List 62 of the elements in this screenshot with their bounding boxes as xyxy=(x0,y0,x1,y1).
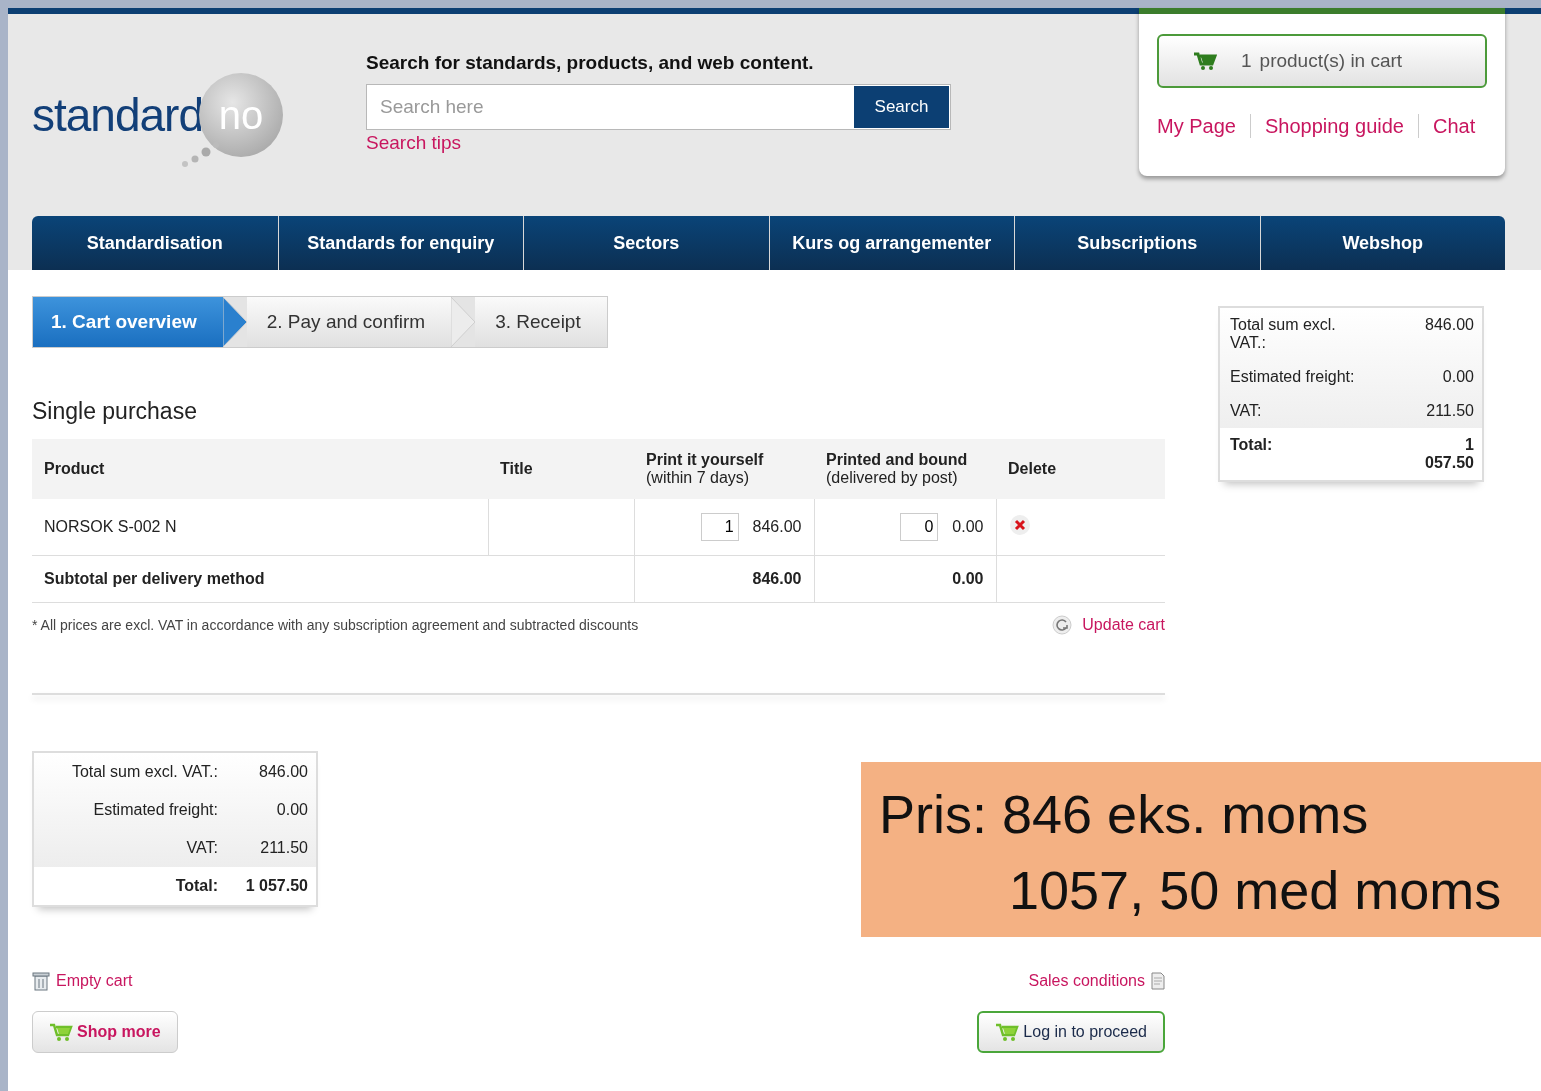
summary-value: 0.00 xyxy=(1441,368,1474,386)
checkout-step[interactable]: 3. Receipt xyxy=(475,297,607,347)
summary-label: Estimated freight: xyxy=(1230,368,1356,386)
summary-value: 211.50 xyxy=(259,839,308,857)
summary-value: 0.00 xyxy=(275,801,308,819)
annotation-text: Pris: 846 eks. moms xyxy=(879,783,1370,846)
column-header: Printed and bound (delivered by post) xyxy=(814,439,996,499)
cart-icon xyxy=(49,1022,73,1042)
update-cart-link[interactable]: Update cart xyxy=(1082,616,1165,634)
header-link[interactable]: Chat xyxy=(1432,114,1476,138)
refresh-icon xyxy=(1052,615,1073,635)
nav-tab[interactable]: Standards for enquiry xyxy=(277,216,523,270)
trash-icon xyxy=(32,971,50,991)
nav-tab[interactable]: Subscriptions xyxy=(1014,216,1260,270)
summary-label: Total sum excl. VAT.: xyxy=(71,763,218,781)
quantity-field[interactable]: 1 xyxy=(700,513,739,541)
summary-label: Total: xyxy=(175,877,218,895)
summary-value: 1 057.50 xyxy=(244,877,308,895)
search-field[interactable]: Search here Search xyxy=(366,84,951,130)
table-cell: 0.00 xyxy=(814,555,996,603)
nav-tab[interactable]: Kurs og arrangementer xyxy=(768,216,1014,270)
summary-label: VAT: xyxy=(186,839,218,857)
delete-icon[interactable] xyxy=(1008,514,1031,536)
column-header: Title xyxy=(488,439,634,499)
summary-label: Total: xyxy=(1230,436,1274,455)
summary-value: 846.00 xyxy=(1424,316,1474,335)
checkout-step[interactable]: 2. Pay and confirm xyxy=(246,297,452,347)
summary-value: 1 057.50 xyxy=(1424,436,1474,472)
search-button[interactable]: Search xyxy=(854,86,949,128)
cart-button[interactable]: 1 product(s) in cart xyxy=(1157,34,1487,88)
summary-label: Total sum excl. VAT.: xyxy=(1230,316,1337,352)
header-link[interactable]: My Page xyxy=(1157,114,1236,138)
table-cell: 846.00 xyxy=(634,555,814,603)
search-tips-link[interactable]: Search tips xyxy=(366,132,462,154)
search-heading: Search for standards, products, and web content. xyxy=(366,52,815,74)
empty-cart-link[interactable]: Empty cart xyxy=(56,972,133,990)
sales-conditions-link[interactable]: Sales conditions xyxy=(1028,972,1145,990)
cart-icon xyxy=(1193,51,1217,71)
nav-tab[interactable]: Standardisation xyxy=(32,216,278,270)
summary-value: 211.50 xyxy=(1425,402,1474,420)
column-header: Print it yourself (within 7 days) xyxy=(634,439,814,499)
annotation-text: 1057, 50 med moms xyxy=(1008,859,1503,922)
column-header: Delete xyxy=(996,439,1165,499)
nav-tab[interactable]: Sectors xyxy=(523,216,769,270)
price-text: 846.00 xyxy=(752,518,802,535)
quantity-field[interactable]: 0 xyxy=(900,513,939,541)
cart-icon xyxy=(995,1022,1020,1042)
summary-value: 846.00 xyxy=(258,763,308,781)
document-icon xyxy=(1151,972,1165,990)
summary-label: Estimated freight: xyxy=(93,801,218,819)
shop-more-button[interactable]: Shop more xyxy=(32,1011,178,1053)
checkout-step[interactable]: 1. Cart overview xyxy=(33,297,223,347)
table-cell: Subtotal per delivery method xyxy=(32,555,634,603)
summary-label: VAT: xyxy=(1230,402,1263,420)
footnote-text: * All prices are excl. VAT in accordance with any subscription agreement and subtracted discounts xyxy=(32,617,639,633)
section-title: Single purchase xyxy=(32,398,198,425)
table-cell: NORSOK S-002 N xyxy=(32,499,488,556)
header-link[interactable]: Shopping guide xyxy=(1264,114,1404,138)
nav-tab[interactable]: Webshop xyxy=(1259,216,1505,270)
log-in-button[interactable]: Log in to proceed xyxy=(977,1011,1165,1053)
price-text: 0.00 xyxy=(952,518,984,535)
column-header: Product xyxy=(32,439,488,499)
